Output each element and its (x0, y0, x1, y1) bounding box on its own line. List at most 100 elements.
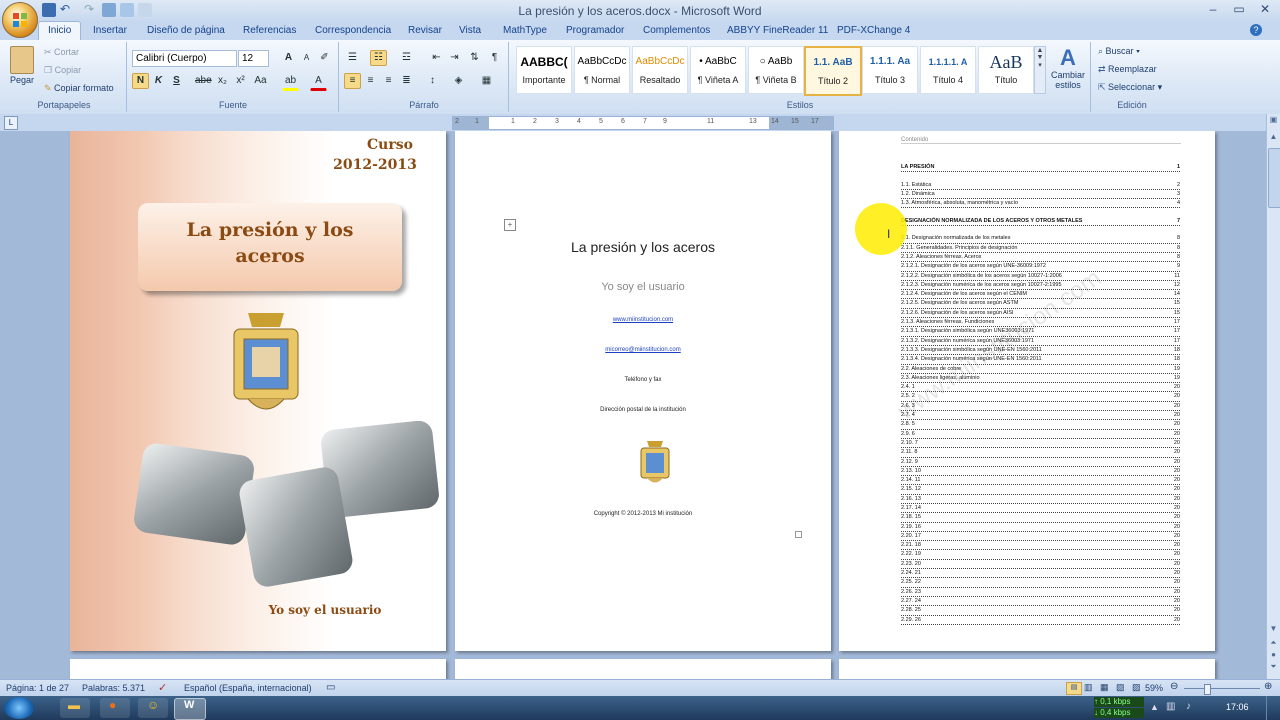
horizontal-ruler[interactable]: 2 1 1 2 3 4 5 6 7 9 11 13 14 15 17 (452, 116, 834, 130)
volume-icon[interactable]: ♪ (1186, 701, 1191, 712)
increase-indent-icon[interactable]: ⇥ (446, 50, 463, 66)
bullets-icon[interactable]: ☰ (344, 50, 361, 66)
toc-entry[interactable]: 2.21. 18 20 (901, 541, 1180, 551)
toc-entry[interactable]: 1.2. Dinámica 3 (901, 190, 1180, 200)
toc-entry[interactable]: 2.1.2.1. Designación de los aceros según… (901, 262, 1180, 272)
language-indicator[interactable]: Español (España, internacional) (184, 683, 312, 693)
tab-correspondencia[interactable]: Correspondencia (306, 22, 400, 40)
scroll-up-icon[interactable]: ▲ (1268, 132, 1279, 144)
superscript-icon[interactable]: x² (232, 73, 249, 89)
multilevel-list-icon[interactable]: ☲ (398, 50, 415, 66)
font-size-select[interactable]: 12 (238, 50, 269, 67)
tab-mathtype[interactable]: MathType (494, 22, 556, 40)
style-titulo[interactable]: AaB Título (978, 46, 1034, 94)
toc-entry[interactable]: LA PRESIÓN 1 (901, 163, 1180, 173)
show-desktop-button[interactable] (1266, 696, 1280, 720)
clock[interactable]: 17:06 (1226, 702, 1249, 712)
toc-entry[interactable]: 2.28. 25 20 (901, 606, 1180, 616)
tab-abbyy[interactable]: ABBYY FineReader 11 (718, 22, 837, 40)
toc-entry[interactable]: 2.3. Aleaciones ligeras, aluminio 19 (901, 374, 1180, 384)
shrink-font-icon[interactable]: A (298, 50, 315, 66)
italic-icon[interactable]: K (150, 73, 167, 89)
style-titulo-4[interactable]: 1.1.1.1. A Título 4 (920, 46, 976, 94)
tab-programador[interactable]: Programador (557, 22, 633, 40)
subscript-icon[interactable]: x₂ (214, 73, 231, 89)
toc-entry[interactable] (901, 208, 1180, 216)
page-cover[interactable]: Curso 2012-2013 La presión y los aceros … (70, 131, 446, 651)
taskbar-word[interactable]: W (174, 698, 206, 720)
toc-entry[interactable] (901, 172, 1180, 180)
styles-scroll[interactable]: ▲ ▼ ▾ (1034, 46, 1046, 94)
toc-entry[interactable]: 2.18. 15 20 (901, 513, 1180, 523)
tab-vista[interactable]: Vista (450, 22, 490, 40)
toc-entry[interactable]: 2.1.2. Aleaciones férreas. Aceros 8 (901, 253, 1180, 263)
browse-object-icon[interactable]: ● (1268, 650, 1279, 662)
help-icon[interactable]: ? (1250, 24, 1262, 36)
toc-entry[interactable]: 2.11. 8 20 (901, 448, 1180, 458)
scroll-thumb[interactable] (1268, 148, 1280, 208)
minimize-button[interactable]: – (1200, 0, 1226, 18)
page-toc[interactable]: Contenido www.miinstitucion.com LA PRESI… (839, 131, 1215, 651)
toc-entry[interactable] (901, 226, 1180, 234)
view-print-layout-icon[interactable]: ▤ (1066, 682, 1082, 695)
tab-diseno-pagina[interactable]: Diseño de página (138, 22, 234, 40)
format-painter-button[interactable]: ✎ Copiar formato (44, 83, 114, 94)
style-resaltado[interactable]: AaBbCcDc Resaltado (632, 46, 688, 94)
tab-referencias[interactable]: Referencias (234, 22, 305, 40)
numbering-icon[interactable]: ☷ (370, 50, 387, 66)
next-page-icon[interactable]: ⏷ (1268, 662, 1279, 674)
toc-entry[interactable]: DESIGNACIÓN NORMALIZADA DE LOS ACEROS Y … (901, 217, 1180, 227)
decrease-indent-icon[interactable]: ⇤ (428, 50, 445, 66)
toc-entry[interactable]: 2.8. 5 20 (901, 420, 1180, 430)
view-draft-icon[interactable]: ▨ (1132, 682, 1141, 693)
toc-entry[interactable]: 2.10. 7 20 (901, 439, 1180, 449)
resize-handle[interactable] (795, 531, 802, 538)
paste-icon[interactable] (10, 46, 34, 74)
toc-entry[interactable]: 2.1.3.4. Designación numérica según UNE-… (901, 355, 1180, 365)
shading-icon[interactable]: ◈ (450, 73, 467, 89)
show-marks-icon[interactable]: ¶ (486, 50, 503, 66)
toc-entry[interactable]: 2.19. 16 20 (901, 523, 1180, 532)
toc-entry[interactable]: 2.20. 17 20 (901, 532, 1180, 542)
toc-entry[interactable]: 2.1.2.4. Designación de los aceros según… (901, 290, 1180, 300)
toc-entry[interactable]: 2.1.2.5. Designación de los aceros según… (901, 299, 1180, 309)
toc-entry[interactable]: 2.5. 2 20 (901, 392, 1180, 402)
toc-entry[interactable]: 2.1.3.3. Designación simbólica según UNE… (901, 346, 1180, 356)
style-normal[interactable]: AaBbCcDc ¶ Normal (574, 46, 630, 94)
toc-entry[interactable]: 2.4. 1 20 (901, 383, 1180, 393)
toc-entry[interactable]: 2.1.3.2. Designación numérica según UNE3… (901, 337, 1180, 346)
view-outline-icon[interactable]: ▧ (1116, 682, 1125, 693)
toc-entry[interactable]: 2.1.2.3. Designación numérica de los ace… (901, 281, 1180, 291)
taskbar-firefox[interactable]: ● (100, 698, 130, 718)
align-left-icon[interactable]: ≡ (344, 73, 361, 89)
toc-entry[interactable]: 2.14. 11 20 (901, 476, 1180, 486)
toc-entry[interactable]: 1.3. Atmosférica, absoluta, manométrica … (901, 199, 1180, 209)
toc-entry[interactable]: 2.13. 10 20 (901, 467, 1180, 477)
highlight-icon[interactable]: ab (282, 73, 299, 91)
tab-pdf-xchange[interactable]: PDF-XChange 4 (828, 22, 919, 40)
scroll-down-icon[interactable]: ▼ (1268, 624, 1279, 636)
bold-icon[interactable]: N (132, 73, 149, 89)
proofing-icon[interactable]: ✓ (158, 681, 167, 694)
page-count[interactable]: Página: 1 de 27 (6, 683, 69, 693)
toc-entry[interactable]: 2.1.1. Generalidades. Principios de desi… (901, 244, 1180, 253)
toc-entry[interactable]: 2.26. 23 20 (901, 588, 1180, 597)
replace-button[interactable]: ⇄ Reemplazar (1098, 64, 1157, 75)
toc-entry[interactable]: 2.1. Designación normalizada de los meta… (901, 234, 1180, 244)
font-color-icon[interactable]: A (310, 73, 327, 91)
office-button[interactable] (2, 2, 38, 38)
borders-icon[interactable]: ▦ (478, 73, 495, 89)
zoom-slider[interactable] (1184, 684, 1260, 695)
toc-entry[interactable]: 2.12. 9 20 (901, 458, 1180, 467)
align-right-icon[interactable]: ≡ (380, 73, 397, 89)
style-titulo-2[interactable]: 1.1. AaB Título 2 (804, 46, 862, 96)
grow-font-icon[interactable]: A (280, 50, 297, 66)
toc-entry[interactable]: 1.1. Estática 2 (901, 181, 1180, 190)
page-next-1[interactable] (70, 659, 446, 679)
toc-entry[interactable]: 2.17. 14 20 (901, 504, 1180, 514)
toc-entry[interactable]: 2.6. 3 20 (901, 402, 1180, 412)
toc-entry[interactable]: 2.1.3. Aleaciones férreas. Fundiciones 17 (901, 318, 1180, 328)
cut-button[interactable]: ✂ Cortar (44, 47, 79, 58)
find-button[interactable]: ⌕ Buscar ▾ (1098, 46, 1140, 57)
change-styles-button[interactable]: A Cambiar estilos (1050, 46, 1086, 91)
